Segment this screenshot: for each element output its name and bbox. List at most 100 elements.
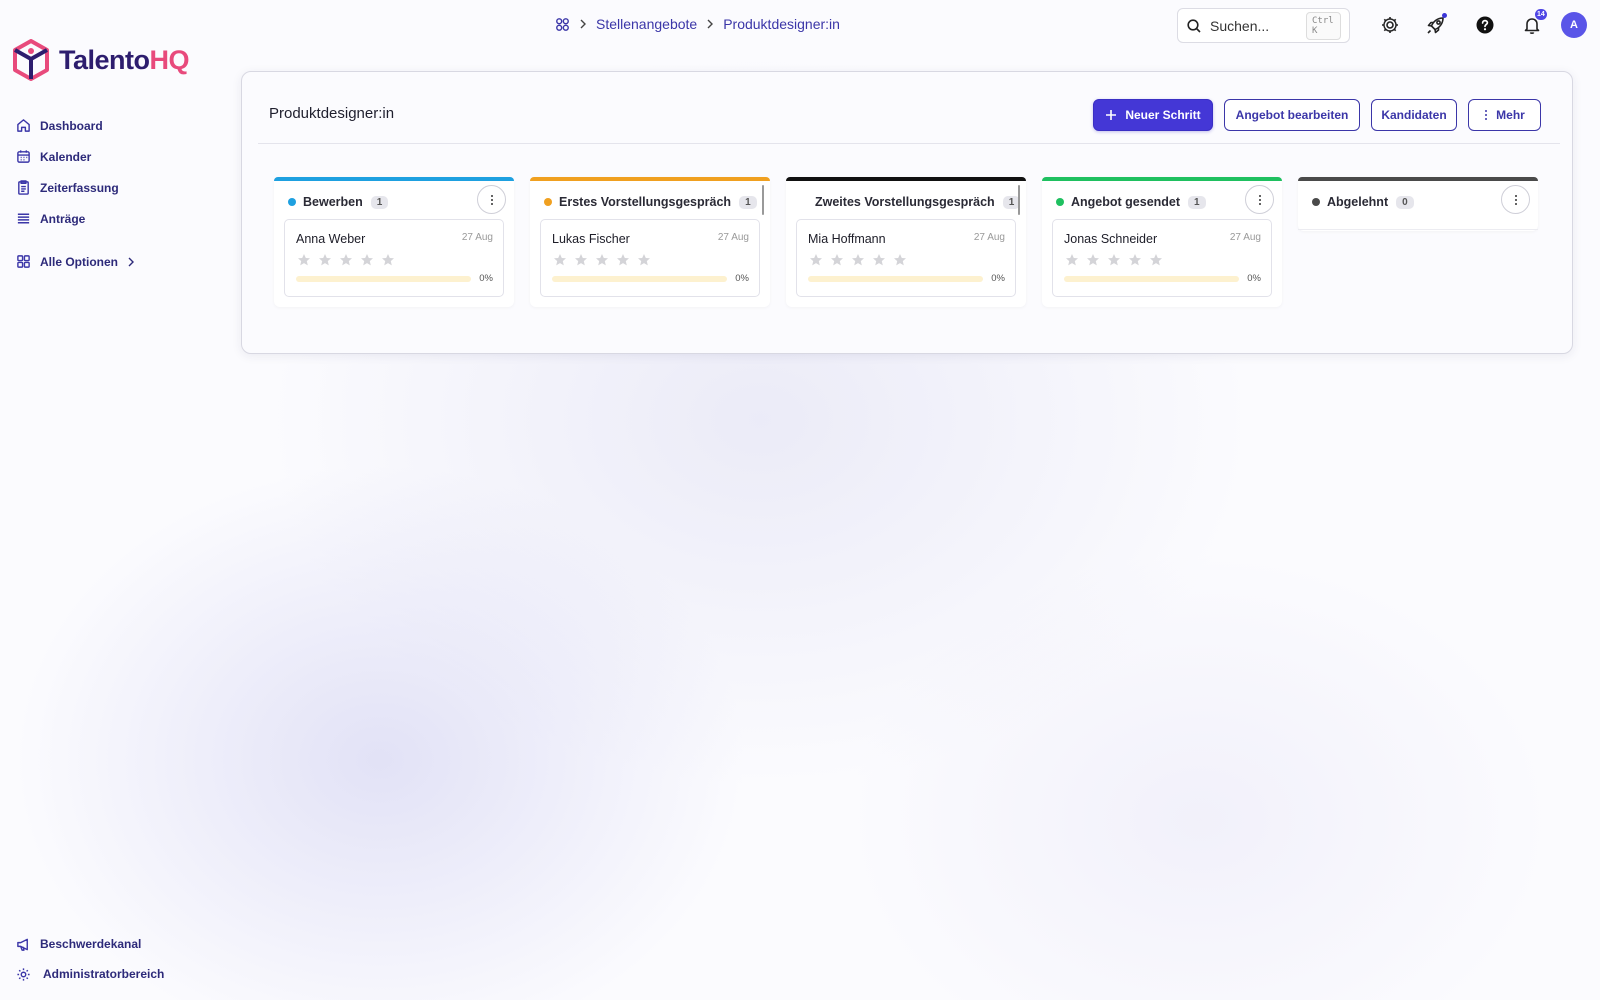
sidebar-item-administratorbereich[interactable]: Administratorbereich xyxy=(16,959,216,989)
count-badge: 1 xyxy=(739,195,757,209)
edit-offer-button[interactable]: Angebot bearbeiten xyxy=(1224,99,1360,131)
candidate-name: Mia Hoffmann xyxy=(808,232,886,246)
star-icon[interactable] xyxy=(616,253,630,267)
star-icon[interactable] xyxy=(1128,253,1142,267)
star-icon[interactable] xyxy=(637,253,651,267)
vertical-dots-icon xyxy=(1258,194,1262,206)
column-divider xyxy=(1298,229,1538,230)
column-header: Abgelehnt 0 xyxy=(1312,194,1414,210)
sidebar-item-kalender[interactable]: Kalender xyxy=(16,141,216,172)
breadcrumb-current[interactable]: Produktdesigner:in xyxy=(723,16,840,32)
chevron-right-icon xyxy=(579,19,587,29)
column-menu-button[interactable] xyxy=(1245,185,1274,214)
bell-icon[interactable]: 14 xyxy=(1521,9,1547,36)
status-dot xyxy=(1312,198,1320,206)
count-badge: 1 xyxy=(1188,195,1206,209)
help-icon[interactable] xyxy=(1474,14,1496,36)
sidebar-item-zeiterfassung[interactable]: Zeiterfassung xyxy=(16,172,216,203)
star-rating[interactable] xyxy=(297,253,395,267)
sidebar-item-label: Zeiterfassung xyxy=(40,180,119,195)
keyboard-shortcut-hint: Ctrl K xyxy=(1306,11,1341,40)
sidebar-item-label: Kalender xyxy=(40,149,92,164)
sidebar-item-alle-optionen[interactable]: Alle Optionen xyxy=(16,246,216,277)
notification-count-badge: 14 xyxy=(1535,9,1547,20)
star-icon[interactable] xyxy=(809,253,823,267)
star-icon[interactable] xyxy=(595,253,609,267)
column-menu-button[interactable] xyxy=(477,185,506,214)
star-icon[interactable] xyxy=(1107,253,1121,267)
progress-bar xyxy=(808,276,983,282)
star-icon[interactable] xyxy=(574,253,588,267)
progress-value: 0% xyxy=(991,273,1005,284)
column-header: Angebot gesendet 1 xyxy=(1056,194,1206,210)
plus-icon xyxy=(1105,109,1117,121)
candidate-date: 27 Aug xyxy=(1229,232,1261,243)
sidebar-item-label: Dashboard xyxy=(40,118,103,133)
column-scrollbar[interactable] xyxy=(1018,185,1020,215)
star-icon[interactable] xyxy=(297,253,311,267)
progress-value: 0% xyxy=(479,273,493,284)
star-icon[interactable] xyxy=(893,253,907,267)
sidebar-item-label: Beschwerdekanal xyxy=(40,937,142,951)
star-icon[interactable] xyxy=(872,253,886,267)
more-label: Mehr xyxy=(1496,108,1525,122)
star-icon[interactable] xyxy=(1086,253,1100,267)
candidate-date: 27 Aug xyxy=(973,232,1005,243)
star-icon[interactable] xyxy=(381,253,395,267)
sidebar-item-antraege[interactable]: Anträge xyxy=(16,203,216,234)
settings-gear-icon[interactable] xyxy=(1379,14,1401,36)
search-icon xyxy=(1186,18,1202,34)
list-icon xyxy=(16,211,31,226)
status-dot xyxy=(544,198,552,206)
star-rating[interactable] xyxy=(1065,253,1163,267)
breadcrumb-stellenangebote[interactable]: Stellenangebote xyxy=(596,16,697,32)
apps-grid-icon[interactable] xyxy=(555,17,570,32)
pipeline-column-zweites-vorstellungsgespraech: Zweites Vorstellungsgespräch 1 Mia Hoffm… xyxy=(786,177,1026,307)
candidate-card[interactable]: Anna Weber 27 Aug 0% xyxy=(284,219,504,297)
panel-header: Produktdesigner:in Neuer Schritt Angebot… xyxy=(258,72,1560,144)
home-icon xyxy=(16,118,31,133)
star-icon[interactable] xyxy=(360,253,374,267)
cube-logo-icon xyxy=(12,39,50,81)
job-pipeline-panel: Produktdesigner:in Neuer Schritt Angebot… xyxy=(241,71,1573,354)
avatar[interactable]: A xyxy=(1561,12,1587,38)
pipeline-column-bewerben: Bewerben 1 Anna Weber 27 Aug 0% xyxy=(274,177,514,307)
search-box[interactable]: Ctrl K xyxy=(1177,8,1350,43)
star-icon[interactable] xyxy=(1065,253,1079,267)
more-button[interactable]: Mehr xyxy=(1468,99,1541,131)
sidebar-item-beschwerdekanal[interactable]: Beschwerdekanal xyxy=(16,929,216,959)
brand-logo[interactable]: TalentoHQ xyxy=(12,39,189,81)
column-scrollbar[interactable] xyxy=(762,185,764,215)
candidates-button[interactable]: Kandidaten xyxy=(1371,99,1457,131)
new-step-button[interactable]: Neuer Schritt xyxy=(1093,99,1213,131)
star-icon[interactable] xyxy=(339,253,353,267)
star-icon[interactable] xyxy=(553,253,567,267)
search-input[interactable] xyxy=(1210,17,1298,34)
candidate-card[interactable]: Mia Hoffmann 27 Aug 0% xyxy=(796,219,1016,297)
column-menu-button[interactable] xyxy=(1501,185,1530,214)
star-icon[interactable] xyxy=(1149,253,1163,267)
chevron-right-icon xyxy=(127,257,135,267)
star-icon[interactable] xyxy=(318,253,332,267)
star-icon[interactable] xyxy=(830,253,844,267)
sidebar-nav: Dashboard Kalender Zeiterfassung Anträge… xyxy=(16,110,216,277)
candidate-date: 27 Aug xyxy=(717,232,749,243)
count-badge: 0 xyxy=(1396,195,1414,209)
rocket-icon[interactable] xyxy=(1425,13,1447,36)
vertical-dots-icon xyxy=(1514,194,1518,206)
star-rating[interactable] xyxy=(809,253,907,267)
candidate-card[interactable]: Jonas Schneider 27 Aug 0% xyxy=(1052,219,1272,297)
brand-name: TalentoHQ xyxy=(59,44,189,75)
timesheet-icon xyxy=(16,180,31,195)
sidebar-item-dashboard[interactable]: Dashboard xyxy=(16,110,216,141)
pipeline-column-angebot-gesendet: Angebot gesendet 1 Jonas Schneider 27 Au… xyxy=(1042,177,1282,307)
pipeline-column-erstes-vorstellungsgespraech: Erstes Vorstellungsgespräch 1 Lukas Fisc… xyxy=(530,177,770,307)
candidate-card[interactable]: Lukas Fischer 27 Aug 0% xyxy=(540,219,760,297)
page-title: Produktdesigner:in xyxy=(269,105,395,122)
status-dot xyxy=(288,198,296,206)
sidebar-bottom-nav: Beschwerdekanal Administratorbereich xyxy=(16,929,216,989)
progress-bar xyxy=(296,276,471,282)
breadcrumb: Stellenangebote Produktdesigner:in xyxy=(555,14,840,34)
star-rating[interactable] xyxy=(553,253,651,267)
star-icon[interactable] xyxy=(851,253,865,267)
